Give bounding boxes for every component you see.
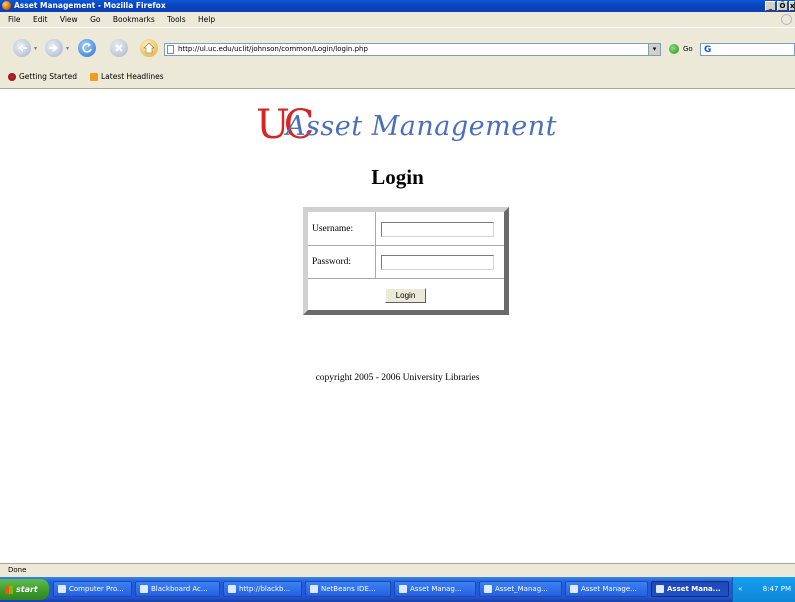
taskbar-item[interactable]: Asset_Manag... [479, 581, 562, 597]
arrow-left-icon [18, 44, 27, 52]
login-button[interactable]: Login [385, 288, 426, 303]
bookmark-getting-started[interactable]: Getting Started [8, 65, 77, 89]
menu-help[interactable]: Help [198, 15, 215, 24]
window-title: Asset Management - Mozilla Firefox [14, 1, 166, 10]
menu-go[interactable]: Go [90, 15, 100, 24]
bookmark-icon [8, 73, 16, 81]
stop-icon [115, 44, 123, 52]
page-icon [167, 45, 174, 54]
taskbar-item[interactable]: Asset Manage... [565, 581, 648, 597]
back-dropdown-icon[interactable]: ▾ [34, 45, 37, 52]
taskbar-item-label: Asset Manag... [410, 585, 462, 593]
arrow-right-icon [49, 44, 58, 52]
username-label: Username: [312, 224, 354, 234]
system-tray: « 8:47 PM [732, 577, 795, 602]
bookmark-label: Getting Started [19, 72, 77, 81]
tray-expand-icon[interactable]: « [738, 585, 742, 593]
forward-button[interactable] [45, 39, 63, 57]
address-url[interactable]: http://ul.uc.edu/uclit/johnson/common/Lo… [178, 44, 368, 55]
taskbar-item-label: Computer Pro... [69, 585, 124, 593]
stop-button[interactable] [110, 39, 128, 57]
taskbar-item[interactable]: http://blackb... [223, 581, 302, 597]
restore-button[interactable]: Ő [777, 1, 788, 11]
google-icon[interactable]: G [704, 45, 711, 55]
menu-view[interactable]: View [60, 15, 78, 24]
minimize-button[interactable]: _ [765, 1, 776, 11]
rss-icon [90, 73, 98, 81]
bookmarks-toolbar: Getting Started Latest Headlines [0, 65, 795, 89]
menu-bookmarks[interactable]: Bookmarks [113, 15, 155, 24]
taskbar-item-label: Asset Mana... [667, 585, 721, 593]
firefox-icon [2, 1, 11, 10]
ie-icon [58, 585, 66, 593]
document-icon [484, 585, 492, 593]
forward-dropdown-icon[interactable]: ▾ [66, 45, 69, 52]
status-bar: Done [0, 563, 795, 577]
go-button-label[interactable]: Go [683, 45, 693, 53]
username-input[interactable] [381, 222, 494, 237]
copyright-text: copyright 2005 - 2006 University Librari… [315, 373, 480, 383]
username-row: Username: [308, 212, 504, 246]
windows-taskbar: start Computer Pro... Blackboard Ac... h… [0, 577, 795, 602]
taskbar-item[interactable]: NetBeans IDE... [305, 581, 391, 597]
window-controls: _ Ő x [765, 1, 795, 11]
ie-icon [140, 585, 148, 593]
start-button[interactable]: start [0, 579, 49, 600]
document-icon [570, 585, 578, 593]
address-dropdown-icon[interactable]: ▾ [648, 44, 660, 55]
firefox-icon [656, 585, 664, 593]
window-title-bar: Asset Management - Mozilla Firefox _ Ő x [0, 0, 795, 12]
login-form: Username: Password: Login [303, 207, 509, 315]
taskbar-item-label: Asset_Manag... [495, 585, 548, 593]
clock[interactable]: 8:47 PM [763, 577, 791, 602]
search-box[interactable]: G [700, 43, 795, 56]
windows-logo-icon [5, 585, 13, 594]
go-icon[interactable] [669, 44, 679, 54]
throbber-icon [781, 14, 792, 25]
taskbar-item-active[interactable]: Asset Mana... [651, 581, 729, 597]
home-button[interactable] [140, 39, 158, 57]
reload-icon [82, 43, 92, 53]
taskbar-item[interactable]: Computer Pro... [53, 581, 132, 597]
start-label: start [16, 585, 38, 594]
password-label: Password: [312, 257, 352, 267]
ie-icon [228, 585, 236, 593]
password-input[interactable] [381, 255, 494, 270]
page-content: UC Asset Management Login Username: Pass… [0, 89, 795, 560]
home-icon [143, 42, 155, 54]
taskbar-item-label: Asset Manage... [581, 585, 637, 593]
page-title: Login [371, 165, 424, 189]
logo-text: Asset Management [286, 111, 557, 142]
close-button[interactable]: x [789, 1, 795, 11]
taskbar-item[interactable]: Blackboard Ac... [135, 581, 220, 597]
menu-file[interactable]: File [8, 15, 21, 24]
reload-button[interactable] [78, 39, 96, 57]
taskbar-item-label: http://blackb... [239, 585, 291, 593]
navigation-toolbar: ▾ ▾ http://ul.uc.edu/uclit/johnson/commo… [0, 27, 795, 65]
document-icon [399, 585, 407, 593]
menu-tools[interactable]: Tools [167, 15, 185, 24]
taskbar-item-label: NetBeans IDE... [321, 585, 376, 593]
menu-bar: File Edit View Go Bookmarks Tools Help [0, 12, 795, 27]
status-text: Done [8, 566, 27, 574]
back-button[interactable] [13, 39, 31, 57]
submit-row: Login [308, 279, 504, 310]
taskbar-item-label: Blackboard Ac... [151, 585, 208, 593]
asset-management-logo: UC Asset Management [256, 103, 556, 147]
menu-edit[interactable]: Edit [33, 15, 48, 24]
netbeans-icon [310, 585, 318, 593]
bookmark-label: Latest Headlines [101, 72, 164, 81]
bookmark-latest-headlines[interactable]: Latest Headlines [90, 65, 164, 89]
taskbar-item[interactable]: Asset Manag... [394, 581, 476, 597]
address-bar[interactable]: http://ul.uc.edu/uclit/johnson/common/Lo… [164, 43, 661, 56]
password-row: Password: [308, 246, 504, 279]
